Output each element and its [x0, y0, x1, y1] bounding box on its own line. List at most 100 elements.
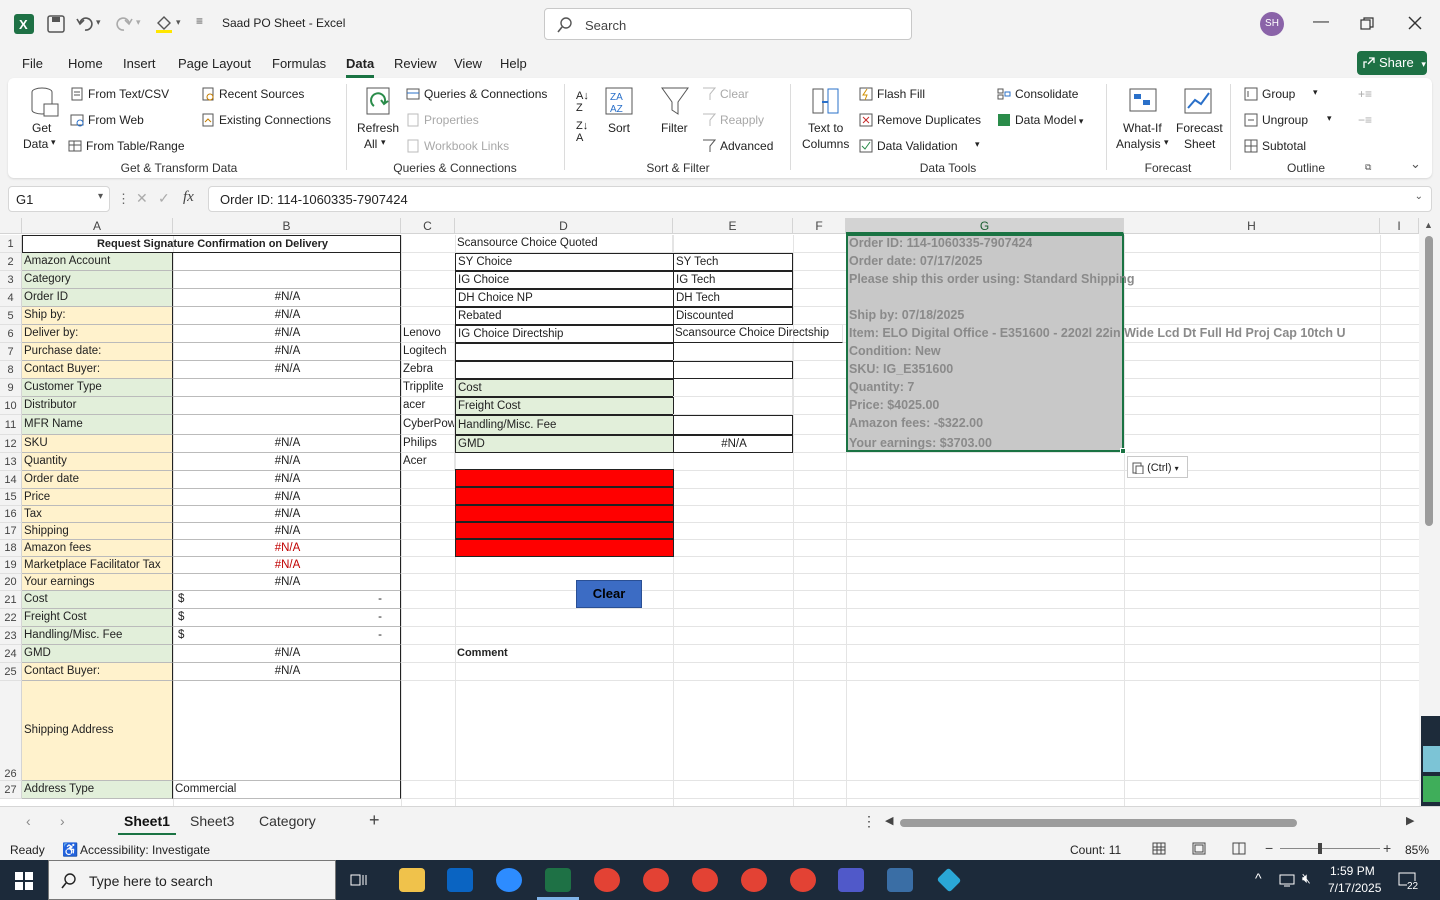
col-header-b[interactable]: B — [173, 218, 401, 234]
cell-b22[interactable]: $ - — [173, 609, 401, 627]
zoom-app-icon[interactable] — [496, 868, 522, 892]
sort-descending-icon[interactable]: Z↓ A — [576, 120, 588, 144]
cell-b9[interactable] — [173, 379, 401, 397]
cell-e2[interactable]: SY Tech — [673, 253, 793, 271]
cell-c9[interactable]: Tripplite — [401, 379, 455, 397]
cell-c12[interactable]: Philips — [401, 435, 455, 453]
zoom-out-icon[interactable]: − — [1265, 840, 1273, 856]
fill-color-icon[interactable] — [154, 13, 174, 33]
outline-dialog-launcher-icon[interactable]: ⧉ — [1365, 162, 1371, 173]
chrome-icon[interactable] — [692, 868, 718, 892]
cell-a24[interactable]: GMD — [22, 645, 173, 663]
workbook-links-button[interactable]: Workbook Links — [406, 139, 509, 153]
file-explorer-icon[interactable] — [399, 868, 425, 892]
tab-home[interactable]: Home — [68, 56, 103, 71]
cell-g7[interactable]: Condition: New — [849, 344, 941, 358]
tab-data[interactable]: Data — [346, 56, 375, 78]
reapply-button[interactable]: Reapply — [702, 113, 764, 127]
row-header-26[interactable]: 26 — [0, 681, 22, 781]
confirm-entry-icon[interactable]: ✓ — [158, 190, 170, 207]
col-header-i[interactable]: I — [1380, 218, 1419, 234]
tab-page-layout[interactable]: Page Layout — [178, 56, 251, 71]
col-header-e[interactable]: E — [673, 218, 793, 234]
row-header-11[interactable]: 11 — [0, 415, 22, 435]
from-web-button[interactable]: From Web — [70, 113, 144, 127]
task-view-icon[interactable] — [350, 872, 368, 888]
cell-b7[interactable]: #N/A — [173, 343, 401, 361]
red-block-cell[interactable] — [455, 469, 674, 487]
col-header-h[interactable]: H — [1124, 218, 1380, 234]
scroll-up-icon[interactable]: ▲ — [1424, 220, 1433, 230]
cell-a19[interactable]: Marketplace Facilitator Tax — [22, 557, 173, 574]
cell-e5[interactable]: Discounted — [673, 307, 793, 325]
cell-d7[interactable] — [455, 343, 674, 361]
cell-b21[interactable]: $ - — [173, 591, 401, 609]
zoom-slider-thumb[interactable] — [1318, 843, 1322, 854]
sheet-options-icon[interactable]: ⋮ — [862, 813, 876, 830]
collapse-ribbon-icon[interactable]: ⌄ — [1410, 156, 1421, 172]
red-block-cell[interactable] — [455, 522, 674, 539]
refresh-all-label-1[interactable]: Refresh — [357, 121, 399, 135]
scroll-sheets-left-icon[interactable]: ‹ — [26, 813, 31, 829]
cell-d1[interactable]: Scansource Choice Quoted — [455, 235, 673, 253]
undo-icon[interactable] — [76, 15, 94, 33]
row-header-3[interactable]: 3 — [0, 271, 22, 289]
cell-a11[interactable]: MFR Name — [22, 415, 173, 435]
cell-b3[interactable] — [173, 271, 401, 289]
tab-review[interactable]: Review — [394, 56, 437, 71]
show-detail-icon[interactable]: +≡ — [1358, 87, 1372, 101]
cancel-entry-icon[interactable]: ✕ — [136, 190, 148, 207]
cell-b13[interactable]: #N/A — [173, 453, 401, 471]
get-data-label-1[interactable]: Get — [32, 121, 51, 135]
close-icon[interactable] — [1408, 16, 1422, 30]
cell-b10[interactable] — [173, 397, 401, 415]
volume-muted-icon[interactable]: 🔇︎ — [1302, 870, 1311, 887]
outlook-icon[interactable] — [447, 868, 473, 892]
cell-a18[interactable]: Amazon fees — [22, 540, 173, 557]
row-header-27[interactable]: 27 — [0, 781, 22, 799]
forecast-sheet-label-2[interactable]: Sheet — [1184, 137, 1215, 151]
consolidate-button[interactable]: Consolidate — [997, 87, 1078, 101]
row-header-16[interactable]: 16 — [0, 506, 22, 523]
paste-options-button[interactable]: (Ctrl) ▾ — [1127, 456, 1188, 478]
cell-b16[interactable]: #N/A — [173, 506, 401, 523]
cell-b19[interactable]: #N/A — [173, 557, 401, 574]
forecast-sheet-label-1[interactable]: Forecast — [1176, 121, 1223, 135]
cell-a9[interactable]: Customer Type — [22, 379, 173, 397]
refresh-all-label-2[interactable]: All — [364, 137, 377, 151]
cell-a5[interactable]: Ship by: — [22, 307, 173, 325]
hscroll-left-icon[interactable]: ◀ — [885, 814, 893, 827]
row-header-15[interactable]: 15 — [0, 489, 22, 506]
row-header-22[interactable]: 22 — [0, 609, 22, 627]
sort-ascending-icon[interactable]: A↓ Z — [576, 90, 589, 114]
accessibility-status[interactable]: Accessibility: Investigate — [80, 843, 210, 857]
excel-taskbar-icon[interactable] — [545, 868, 571, 892]
cell-a10[interactable]: Distributor — [22, 397, 173, 415]
cell-g6[interactable]: Item: ELO Digital Office - E351600 - 220… — [849, 326, 1346, 340]
undo-dropdown-icon[interactable]: ▾ — [96, 17, 101, 28]
cell-e6[interactable]: Scansource Choice Directship — [673, 325, 843, 343]
ungroup-dropdown-icon[interactable]: ▾ — [1327, 113, 1332, 124]
taskbar-date[interactable]: 7/17/2025 — [1328, 881, 1381, 895]
cell-a14[interactable]: Order date — [22, 471, 173, 489]
page-layout-view-icon[interactable] — [1192, 842, 1206, 855]
cell-a13[interactable]: Quantity — [22, 453, 173, 471]
tab-insert[interactable]: Insert — [123, 56, 156, 71]
group-dropdown-icon[interactable]: ▾ — [1313, 87, 1318, 98]
cell-a27[interactable]: Address Type — [22, 781, 173, 799]
expand-formula-icon[interactable]: ⌄ — [1415, 191, 1423, 202]
data-model-button[interactable]: Data Model ▾ — [997, 113, 1083, 127]
data-validation-button[interactable]: Data Validation — [859, 139, 958, 153]
cell-a20[interactable]: Your earnings — [22, 574, 173, 591]
cell-g5[interactable]: Ship by: 07/18/2025 — [849, 308, 964, 322]
cell-b23[interactable]: $ - — [173, 627, 401, 645]
cell-d3[interactable]: IG Choice — [455, 271, 674, 289]
row-header-24[interactable]: 24 — [0, 645, 22, 663]
cell-a21[interactable]: Cost — [22, 591, 173, 609]
existing-connections-button[interactable]: Existing Connections — [201, 113, 331, 127]
cell-d8[interactable] — [455, 361, 674, 379]
cell-b15[interactable]: #N/A — [173, 489, 401, 506]
properties-button[interactable]: Properties — [406, 113, 479, 127]
cell-g2[interactable]: Order date: 07/17/2025 — [849, 254, 982, 268]
network-icon[interactable] — [1279, 873, 1297, 887]
